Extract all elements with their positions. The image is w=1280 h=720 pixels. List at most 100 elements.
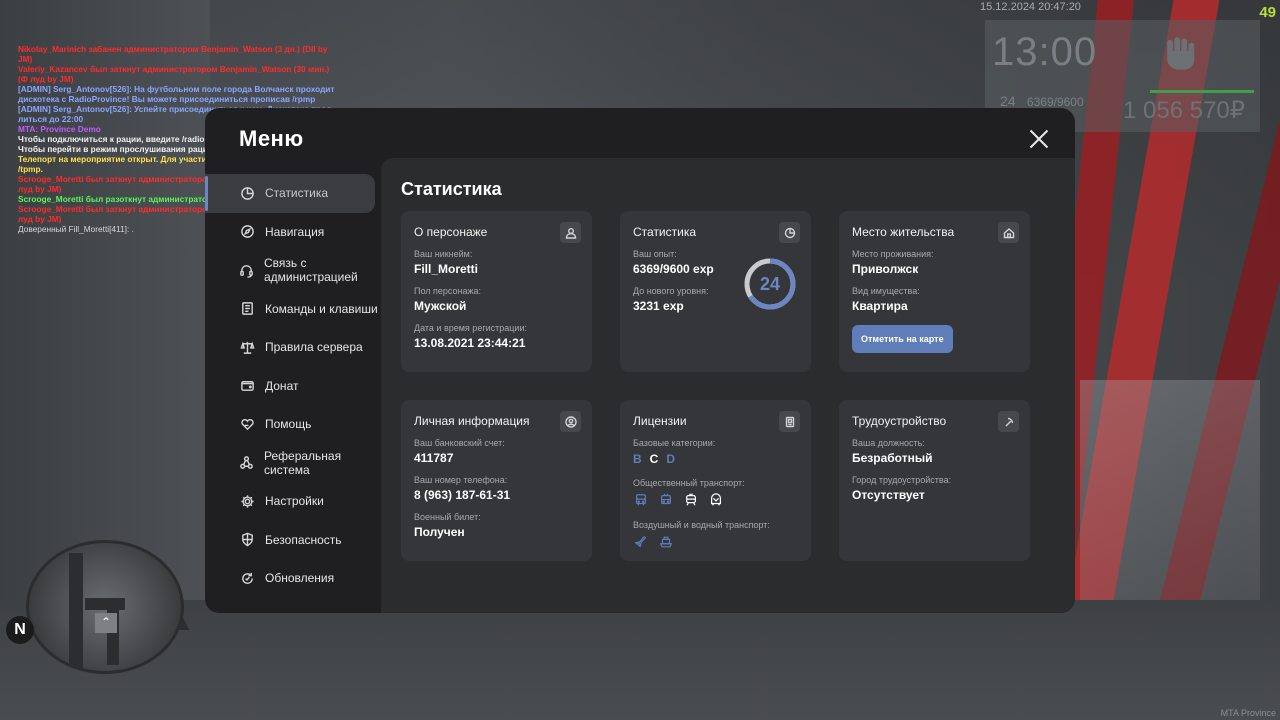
- card-residence: Место жительства Место проживания: Приво…: [839, 211, 1030, 372]
- license-category-b: B: [633, 452, 642, 466]
- place-label: Место проживания:: [852, 249, 934, 259]
- referral-icon: [239, 455, 254, 471]
- position-label: Ваша должность:: [852, 438, 925, 448]
- place-value: Приволжск: [852, 262, 919, 276]
- card-title: О персонаже: [414, 225, 488, 239]
- shield-icon: [239, 532, 255, 548]
- card-title: Трудоустройство: [852, 414, 947, 428]
- sidebar-item-label: Безопасность: [265, 532, 342, 547]
- property-label: Вид имущества:: [852, 286, 920, 296]
- sidebar-item-3[interactable]: Связь с администрацией: [205, 251, 381, 290]
- sidebar-item-9[interactable]: Настройки: [205, 482, 381, 521]
- datetime-stamp: 15.12.2024 20:47:20: [980, 1, 1081, 13]
- id-card-icon: [779, 411, 800, 432]
- page-title: Статистика: [401, 179, 502, 199]
- pie-chart-icon: [779, 222, 800, 243]
- bus-icon: [633, 492, 649, 508]
- hud-health-bar: [1150, 90, 1254, 93]
- card-personal-info: Личная информация Ваш банковский счет: 4…: [401, 400, 592, 561]
- sidebar-item-label: Правила сервера: [265, 340, 363, 355]
- menu-window: Меню Статистика Навигация Связь с админист…: [205, 108, 1075, 613]
- fps-counter: 49: [1259, 4, 1276, 21]
- trolleybus-icon: [658, 492, 674, 508]
- military-id-label: Военный билет:: [414, 512, 481, 522]
- sidebar-item-11[interactable]: Обновления: [205, 559, 381, 598]
- minimap-road: [85, 598, 125, 610]
- chat-message: [ADMIN] Serg_Antonov[526]: На футбольном…: [18, 84, 335, 104]
- phone-label: Ваш номер телефона:: [414, 475, 508, 485]
- employment-city-value: Отсутствует: [852, 488, 925, 502]
- license-category-d: D: [666, 452, 676, 466]
- sidebar-item-label: Связь с администрацией: [264, 256, 358, 285]
- card-character: О персонаже Ваш никнейм: Fill_Moretti По…: [401, 211, 592, 372]
- hud-level-number: 24: [1000, 93, 1016, 109]
- user-icon: [560, 222, 581, 243]
- sidebar-item-label: Обновления: [265, 571, 335, 586]
- sidebar-item-4[interactable]: Команды и клавиши: [205, 290, 381, 329]
- home-icon: [998, 222, 1019, 243]
- sidebar-item-label: Настройки: [265, 494, 324, 509]
- sidebar-item-5[interactable]: Правила сервера: [205, 328, 381, 367]
- sidebar-item-label: Команды и клавиши: [265, 301, 378, 316]
- close-button[interactable]: [1025, 126, 1053, 154]
- pickaxe-icon: [998, 411, 1019, 432]
- air-water-licenses: [633, 534, 798, 550]
- card-title: Статистика: [633, 225, 697, 239]
- minimap-circle: ⌃: [26, 540, 184, 674]
- level-progress-ring: 24: [743, 257, 797, 311]
- watermark: MTA Province: [1220, 708, 1276, 718]
- sidebar-item-2[interactable]: Навигация: [205, 213, 381, 252]
- metro-icon: [708, 492, 724, 508]
- sidebar-item-10[interactable]: Безопасность: [205, 521, 381, 560]
- card-employment: Трудоустройство Ваша должность: Безработ…: [839, 400, 1030, 561]
- property-value: Квартира: [852, 299, 908, 313]
- hud-exp: 6369/9600: [1026, 95, 1084, 109]
- menu-sidebar: Статистика Навигация Связь с администрацие…: [205, 174, 381, 598]
- scales-icon: [239, 339, 255, 355]
- hud-clock: 13:00: [992, 30, 1098, 74]
- gear-icon: [239, 493, 255, 509]
- registration-value: 13.08.2021 23:44:21: [414, 336, 526, 350]
- chat-message: Valeriy_Kazancev был заткнут администрат…: [18, 64, 330, 84]
- sidebar-item-1[interactable]: Статистика: [205, 174, 375, 213]
- level-number: 24: [759, 273, 781, 294]
- bank-account-value: 411787: [414, 451, 454, 465]
- minimap-road: [69, 553, 83, 671]
- sidebar-item-label: Донат: [265, 378, 299, 393]
- sidebar-item-7[interactable]: Помощь: [205, 405, 381, 444]
- air-water-transport-label: Воздушный и водный транспорт:: [633, 520, 770, 530]
- minimap-blip-icon: ▲: [172, 610, 194, 635]
- boat-icon: [658, 534, 674, 550]
- sidebar-item-6[interactable]: Донат: [205, 367, 381, 406]
- gender-label: Пол персонажа:: [414, 286, 482, 296]
- plane-icon: [633, 534, 649, 550]
- card-title: Лицензии: [633, 414, 687, 428]
- sidebar-item-label: Навигация: [265, 224, 325, 239]
- base-categories: BCD: [633, 452, 798, 466]
- sidebar-item-label: Статистика: [265, 186, 329, 201]
- content-panel: Статистика О персонаже Ваш никнейм: Fill…: [381, 158, 1075, 613]
- employment-city-label: Город трудоустройства:: [852, 475, 952, 485]
- public-transport-label: Общественный транспорт:: [633, 478, 745, 488]
- gender-value: Мужской: [414, 299, 467, 313]
- refresh-icon: [239, 570, 255, 586]
- wallet-icon: [239, 378, 255, 394]
- headset-icon: [239, 262, 254, 278]
- card-title: Личная информация: [414, 414, 530, 428]
- fist-icon: [1163, 34, 1197, 74]
- card-title: Место жительства: [852, 225, 955, 239]
- nickname-value: Fill_Moretti: [414, 262, 479, 276]
- hud-level: 24 6369/9600: [1000, 93, 1084, 109]
- compass-icon: [239, 224, 255, 240]
- public-transport-licenses: [633, 492, 798, 508]
- military-id-value: Получен: [414, 525, 465, 539]
- mark-on-map-button[interactable]: Отметить на карте: [852, 325, 953, 353]
- heart-hand-icon: [239, 416, 255, 432]
- pie-chart-icon: [239, 185, 255, 201]
- bank-account-label: Ваш банковский счет:: [414, 438, 505, 448]
- sidebar-item-8[interactable]: Реферальная система: [205, 444, 381, 483]
- menu-title: Меню: [239, 126, 304, 151]
- minimap: ⌃ N ▲: [6, 540, 194, 676]
- sidebar-item-label: Помощь: [265, 417, 312, 432]
- card-licenses: Лицензии Базовые категории: BCD Обществе…: [620, 400, 811, 561]
